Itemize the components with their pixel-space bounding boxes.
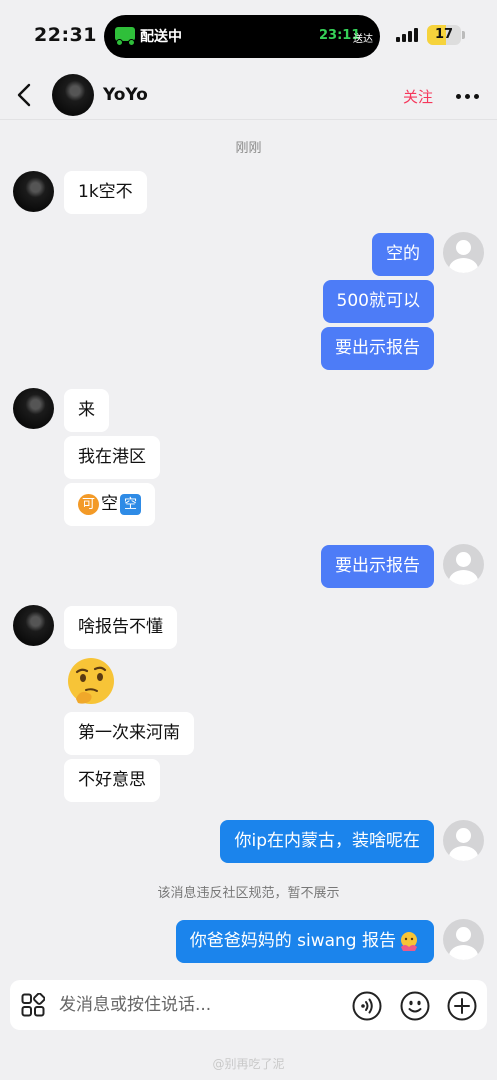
battery-level: 17 [434,27,454,42]
contact-avatar[interactable] [13,171,54,212]
outgoing-message[interactable]: 500就可以 [322,280,434,323]
contact-avatar[interactable] [13,388,54,429]
follow-button[interactable]: 关注 [403,86,433,107]
incoming-message[interactable]: 啥报告不懂 [64,606,177,649]
my-avatar[interactable] [443,919,484,960]
chat-header: YoYo 关注 [0,72,497,120]
my-avatar[interactable] [443,232,484,273]
contact-name[interactable]: YoYo [103,85,148,105]
contact-avatar[interactable] [52,74,94,116]
outgoing-message[interactable]: 要出示报告 [321,327,434,370]
outgoing-message[interactable]: 你ip在内蒙古，装啥呢在 [220,820,434,863]
incoming-message[interactable]: 来 [64,389,109,432]
incoming-message[interactable]: 第一次来河南 [64,712,194,755]
outgoing-message-text: 你爸爸妈妈的 siwang 报告 [189,931,396,951]
plus-icon[interactable] [447,991,477,1021]
incoming-message[interactable]: 不好意思 [64,759,160,802]
my-avatar[interactable] [443,820,484,861]
message-input-bar: 发消息或按住说话... [10,980,487,1030]
my-avatar[interactable] [443,544,484,585]
back-icon[interactable] [14,82,36,108]
delivery-eta-suffix: 送达 [353,34,373,45]
delivery-status-label: 配送中 [140,29,182,45]
delivery-van-icon [113,23,137,47]
emoji-circle-label: 可 [78,493,99,515]
outgoing-message[interactable]: 要出示报告 [321,545,434,588]
message-timestamp: 刚刚 [235,141,262,156]
more-icon[interactable] [456,94,480,100]
battery-icon: 17 [427,25,461,45]
policy-violation-note: 该消息违反社区规范，暂不展示 [157,886,340,901]
cellular-signal-icon [396,28,422,42]
thinking-emoji-icon[interactable] [64,655,118,709]
watermark: @别再吃了泥 [212,1057,285,1071]
emoji-message-text: 空 [101,494,118,514]
message-input[interactable]: 发消息或按住说话... [59,980,211,1030]
outgoing-message[interactable]: 空的 [372,233,434,276]
battery-cap [462,31,465,39]
status-bar: 22:31 配送中 23:11 送达 17 [0,0,497,72]
voice-icon[interactable] [352,991,382,1021]
emoji-icon[interactable] [400,991,430,1021]
contact-avatar[interactable] [13,605,54,646]
incoming-message-emoji[interactable]: 可空空 [64,483,155,526]
apps-icon[interactable] [21,993,45,1017]
status-time: 22:31 [34,24,97,46]
dynamic-island-delivery[interactable]: 配送中 23:11 送达 [104,15,380,58]
emoji-square-label: 空 [120,493,141,515]
hug-emoji-icon [401,932,417,951]
outgoing-message[interactable]: 你爸爸妈妈的 siwang 报告 [175,920,434,963]
incoming-message[interactable]: 我在港区 [64,436,160,479]
incoming-message[interactable]: 1k空不 [64,171,147,214]
